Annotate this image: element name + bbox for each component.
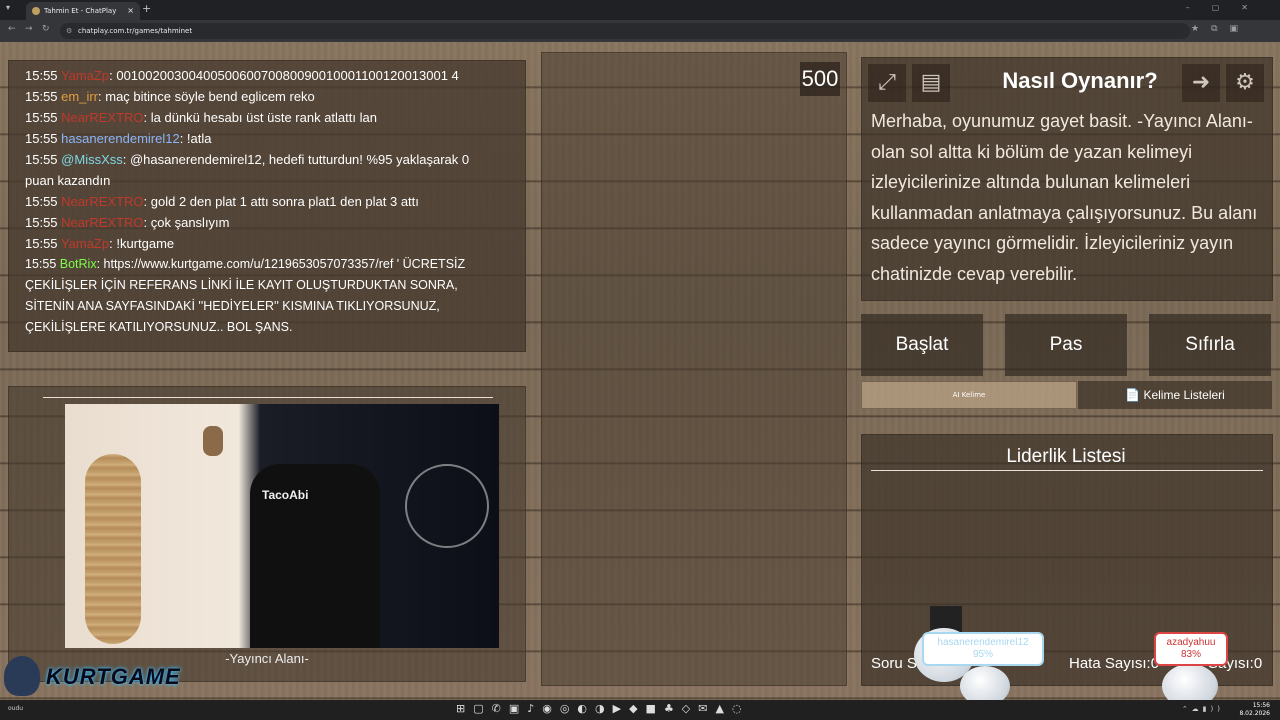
taskbar-apps[interactable]: ⊞▢✆▣♪◉◎◐◑▶◆■♣◇✉▲◌ (456, 702, 750, 715)
document-icon[interactable]: ▤ (912, 64, 950, 102)
chat-username: NearREXTRO (61, 194, 144, 209)
chat-message: 15:55 YamaZp: !kurtgame (25, 236, 175, 251)
divider (43, 397, 493, 398)
tab-word-lists[interactable]: 📄 Kelime Listeleri (1078, 381, 1272, 409)
game-page: 15:55 YamaZp: 00100200300400500600700800… (0, 42, 1280, 708)
reset-button[interactable]: Sıfırla (1149, 314, 1271, 376)
site-info-icon[interactable]: ⚙ (66, 23, 74, 39)
tab-close-icon[interactable]: × (127, 2, 134, 20)
chat-message: 15:55 BotRix: https://www.kurtgame.com/u… (25, 257, 466, 334)
url-text: chatplay.com.tr/games/tahminet (78, 27, 193, 35)
error-count: Hata Sayısı:0 (1069, 655, 1160, 672)
reload-icon[interactable]: ↻ (42, 24, 50, 34)
webcam-feed: TacoAbi (65, 404, 499, 648)
document-icon: 📄 (1125, 388, 1141, 402)
windows-taskbar: oudu ⊞▢✆▣♪◉◎◐◑▶◆■♣◇✉▲◌ ⌃☁▮)) 15:56 8.02.2… (0, 700, 1280, 720)
word-board (541, 52, 847, 686)
address-bar[interactable]: ⚙ chatplay.com.tr/games/tahminet (60, 23, 1190, 39)
streamer-area-panel: TacoAbi -Yayıncı Alanı- (8, 386, 526, 682)
ai-word-label: AI Kelime (952, 391, 986, 399)
how-to-text: Merhaba, oyunumuz gayet basit. -Yayıncı … (871, 111, 1258, 284)
decor-skull (203, 426, 223, 456)
chair-brand-text: TacoAbi (262, 488, 309, 502)
back-icon[interactable]: ← (8, 24, 16, 34)
chat-username: hasanerendemirel12 (61, 131, 180, 146)
clock[interactable]: 15:56 8.02.2026 (1239, 702, 1270, 718)
chat-message: 15:55 YamaZp: 00100200300400500600700800… (25, 68, 459, 83)
word-lists-label: Kelime Listeleri (1143, 388, 1225, 402)
browser-toolbar-icons[interactable]: ★⧉▣ (1191, 24, 1250, 34)
chat-username: em_irr (61, 89, 99, 104)
chat-message: 15:55 hasanerendemirel12: !atla (25, 131, 212, 146)
gear-icon[interactable]: ⚙ (1226, 64, 1264, 102)
player-bubble: hasanerendemirel12 95% (922, 632, 1044, 666)
forward-icon[interactable]: → (25, 24, 33, 34)
chat-username: BotRix (59, 257, 97, 271)
pass-button[interactable]: Pas (1005, 314, 1127, 376)
tab-title: Tahmin Et - ChatPlay (44, 7, 117, 15)
chat-username: NearREXTRO (61, 110, 144, 125)
chat-message: 15:55 NearREXTRO: la dünkü hesabı üst üs… (25, 110, 377, 125)
chat-message: 15:55 @MissXss: @hasanerendemirel12, hed… (25, 152, 470, 188)
site-favicon-icon (32, 7, 40, 15)
tab-ai-word[interactable]: AI Kelime (861, 381, 1077, 409)
chat-message: 15:55 NearREXTRO: çok şanslıyım (25, 215, 230, 230)
player-bubble: azadyahuu 83% (1154, 632, 1228, 666)
kurtgame-logo: KURTGAME (4, 656, 180, 700)
taskbar-left-text: oudu (8, 705, 24, 712)
chat-username: @MissXss (61, 152, 123, 167)
chat-username: NearREXTRO (61, 215, 144, 230)
score-counter: 500 (800, 62, 840, 96)
chat-username: YamaZp (60, 236, 110, 251)
how-to-title: Nasıl Oynanır? (1002, 68, 1158, 93)
chat-panel: 15:55 YamaZp: 00100200300400500600700800… (8, 60, 526, 352)
chat-list: 15:55 YamaZp: 00100200300400500600700800… (25, 65, 495, 338)
divider (871, 470, 1263, 471)
new-tab-button[interactable]: + (142, 2, 151, 15)
logo-text: KURTGAME (46, 664, 181, 689)
browser-tab-active[interactable]: Tahmin Et - ChatPlay × (26, 2, 140, 20)
fullscreen-icon[interactable]: ⤢ (868, 64, 906, 102)
chat-message: 15:55 NearREXTRO: gold 2 den plat 1 attı… (25, 194, 419, 209)
window-controls[interactable]: –▢✕ (1186, 3, 1270, 12)
tab-search-icon[interactable]: ▾ (6, 3, 10, 12)
system-tray[interactable]: ⌃☁▮)) (1182, 705, 1224, 713)
decor-board (85, 454, 141, 644)
leaderboard-title: Liderlik Listesi (1006, 446, 1126, 467)
logout-icon[interactable]: ➜ (1182, 64, 1220, 102)
chat-username: YamaZp (60, 68, 110, 83)
browser-tab-bar: ▾ Tahmin Et - ChatPlay × + –▢✕ (0, 0, 1280, 20)
wolf-logo-icon (4, 656, 40, 696)
tapestry-sun (405, 464, 489, 548)
chat-message: 15:55 em_irr: maç bitince söyle bend egl… (25, 89, 315, 104)
address-toolbar: ← → ↻ ⚙ chatplay.com.tr/games/tahminet ★⧉… (0, 20, 1280, 42)
start-button[interactable]: Başlat (861, 314, 983, 376)
